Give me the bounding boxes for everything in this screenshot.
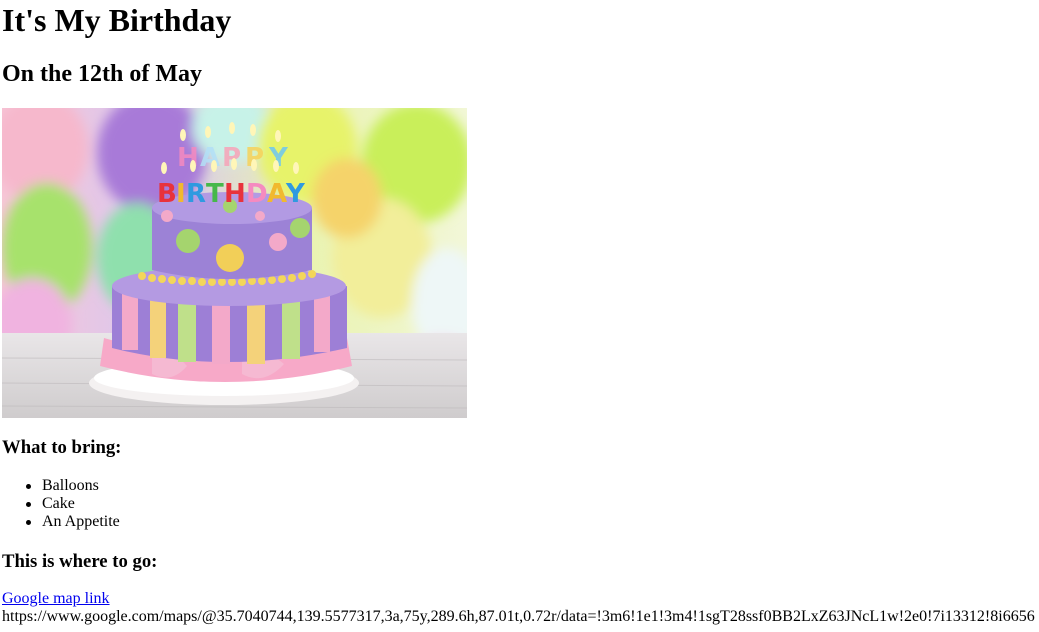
page-subtitle: On the 12th of May: [2, 61, 202, 87]
google-map-link[interactable]: Google map link: [2, 590, 110, 608]
bullet-icon: [26, 484, 31, 489]
svg-text:A: A: [267, 179, 287, 209]
list-item-label: Balloons: [42, 477, 99, 494]
svg-text:A: A: [200, 143, 220, 173]
bullet-icon: [26, 502, 31, 507]
svg-text:I: I: [176, 179, 186, 209]
page-title: It's My Birthday: [2, 2, 232, 38]
birthday-cake-image: H A P P Y B I R T H D A Y: [2, 108, 467, 418]
svg-text:H: H: [224, 179, 246, 209]
bullet-icon: [26, 520, 31, 525]
where-to-go-heading: This is where to go:: [2, 551, 158, 572]
svg-text:B: B: [157, 179, 177, 209]
list-item: Balloons: [2, 477, 120, 495]
svg-text:R: R: [186, 179, 206, 209]
list-item: An Appetite: [2, 513, 120, 531]
svg-text:P: P: [222, 143, 241, 173]
list-item: Cake: [2, 495, 120, 513]
svg-text:D: D: [246, 179, 268, 209]
svg-text:T: T: [206, 179, 224, 209]
svg-text:Y: Y: [285, 179, 306, 209]
bring-list: Balloons Cake An Appetite: [2, 477, 120, 531]
what-to-bring-heading: What to bring:: [2, 437, 122, 458]
map-url-text: https://www.google.com/maps/@35.7040744,…: [2, 608, 1035, 625]
list-item-label: Cake: [42, 495, 75, 512]
list-item-label: An Appetite: [42, 513, 120, 530]
